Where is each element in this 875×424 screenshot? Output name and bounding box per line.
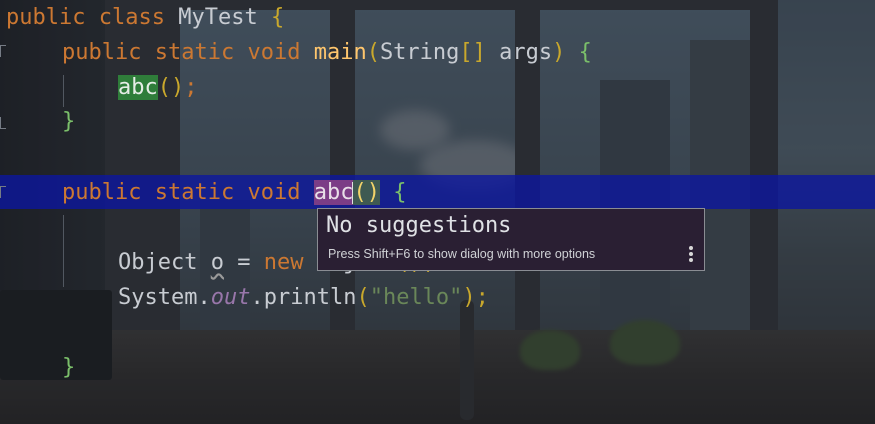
- keyword: class: [98, 5, 165, 30]
- string-literal: "hello": [369, 285, 463, 310]
- code-line: abc();: [118, 75, 198, 100]
- method-name: main: [313, 40, 367, 65]
- class-name: MyTest: [178, 5, 258, 30]
- code-line: }: [62, 109, 76, 134]
- code-line: System.out.println("hello");: [118, 285, 489, 310]
- unused-variable: o: [210, 250, 224, 275]
- more-vertical-icon[interactable]: [688, 246, 694, 264]
- fold-marker-icon[interactable]: [0, 186, 6, 198]
- fold-marker-icon[interactable]: [0, 45, 6, 57]
- brace: {: [270, 5, 285, 30]
- method-call-highlight[interactable]: abc: [118, 75, 158, 100]
- matched-parens: (): [353, 180, 380, 205]
- fold-marker-icon[interactable]: [0, 117, 6, 129]
- code-line: public static void main(String[] args) {: [62, 40, 592, 65]
- popup-title: No suggestions: [326, 213, 512, 238]
- code-line: public static void abc() {: [62, 180, 407, 205]
- keyword: public: [6, 5, 86, 30]
- rename-target[interactable]: abc: [313, 180, 354, 205]
- popup-hint: Press Shift+F6 to show dialog with more …: [328, 247, 596, 261]
- rename-suggestions-popup[interactable]: No suggestions Press Shift+F6 to show di…: [317, 208, 705, 271]
- static-field: out: [210, 285, 251, 310]
- code-line: public class MyTest {: [6, 3, 284, 33]
- code-line: }: [62, 355, 76, 380]
